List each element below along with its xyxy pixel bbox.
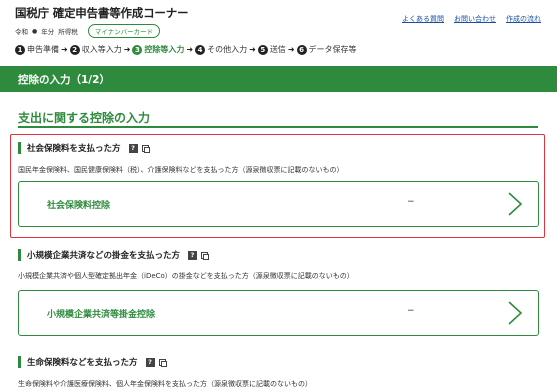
year-bullet-icon: ● [32,27,38,35]
tax-type-label: 所得税 [58,28,78,36]
flow-link[interactable]: 作成の流れ [506,14,541,24]
step-1: 1 申告準備 [15,44,59,55]
small-business-description: 小規模企業共済や個人型確定拠出年金（iDeCo）の掛金などを支払った方（源泉徴収… [18,272,354,280]
chevron-right-icon [508,301,523,325]
new-window-icon[interactable] [201,251,210,260]
contact-link[interactable]: お問い合わせ [454,14,496,24]
era-label: 令和 [15,28,28,36]
step-number-icon: 6 [296,44,307,55]
step-label: その他入力 [207,45,248,54]
life-insurance-heading: 生命保険料などを支払った方 ? [18,356,167,368]
faq-link[interactable]: よくある質問 [402,14,444,24]
card-label: 小規模企業共済等掛金控除 [47,310,156,320]
heading-accent-bar [18,249,21,261]
section-title: 支出に関する控除の入力 [18,111,151,125]
step-arrow-icon: ➜ [287,45,295,54]
step-number-icon: 2 [69,44,80,55]
filing-info: 令和 ● 年分 所得税 マイナンバーカード [15,24,161,38]
card-value: − [407,197,415,207]
new-window-icon[interactable] [158,358,167,367]
heading-accent-bar [18,356,21,368]
step-arrow-icon: ➜ [123,45,131,54]
step-2: 2 収入等入力 [69,44,122,55]
step-3: 3 控除等入力 [132,44,184,55]
page-title: 控除の入力（1/2） [18,74,110,86]
section-divider [18,126,538,128]
small-business-heading: 小規模企業共済などの掛金を支払った方 ? [18,249,210,261]
step-arrow-icon: ➜ [249,45,256,54]
site-header: 国税庁 確定申告書等作成コーナー 令和 ● 年分 所得税 マイナンバーカード よ… [0,0,557,40]
step-arrow-icon: ➜ [61,45,68,54]
page-title-bar: 控除の入力（1/2） [0,66,557,92]
step-number-icon: 4 [195,44,206,55]
help-icon[interactable]: ? [128,143,138,153]
block-title-text: 社会保険料を支払った方 [27,144,121,154]
card-value: − [407,306,415,316]
help-icon[interactable]: ? [188,250,198,260]
step-label: 送信 [269,45,286,54]
chevron-right-icon [508,192,523,216]
site-title[interactable]: 国税庁 確定申告書等作成コーナー [15,5,189,21]
year-suffix: 年分 [41,28,55,36]
block-title-text: 生命保険料などを支払った方 [27,358,138,368]
step-label: 収入等入力 [81,45,122,54]
block-title-text: 小規模企業共済などの掛金を支払った方 [27,251,181,261]
step-6: 6 データ保存等 [296,44,357,55]
social-insurance-deduction-button[interactable]: 社会保険料控除 − [18,181,539,227]
step-arrow-icon: ➜ [186,45,194,54]
step-5: 5 送信 [257,44,286,55]
small-business-deduction-button[interactable]: 小規模企業共済等掛金控除 − [18,290,539,336]
social-insurance-heading: 社会保険料を支払った方 ? [18,142,150,154]
step-label: 申告準備 [27,45,59,54]
new-window-icon[interactable] [141,144,150,153]
step-label: データ保存等 [308,45,357,54]
step-number-icon: 5 [257,44,268,55]
card-label: 社会保険料控除 [47,201,111,211]
social-insurance-description: 国民年金保険料、国民健康保険料（税）、介護保険料などを支払った方（源泉徴収票に記… [18,166,344,174]
header-links: よくある質問 お問い合わせ 作成の流れ [402,14,541,24]
progress-steps: 1 申告準備 ➜ 2 収入等入力 ➜ 3 控除等入力 ➜ 4 その他入力 ➜ 5 送信 ➜… [15,44,357,55]
step-number-icon: 3 [132,44,143,55]
help-icon[interactable]: ? [145,357,155,367]
heading-accent-bar [18,142,21,154]
step-label: 控除等入力 [144,45,185,54]
mynumber-card-badge: マイナンバーカード [87,24,161,38]
step-number-icon: 1 [15,44,25,55]
step-4: 4 その他入力 [195,44,247,55]
life-insurance-description: 生命保険料や介護医療保険料、個人年金保険料を支払った方（源泉徴収票に記載のないも… [18,380,312,388]
